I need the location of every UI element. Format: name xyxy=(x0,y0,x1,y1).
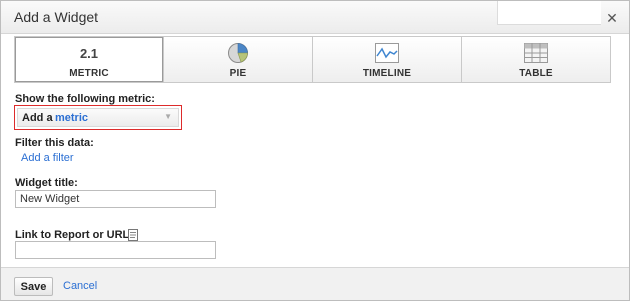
add-widget-dialog: Add a Widget ✕ 2.1 METRIC PIE TIMELINE T… xyxy=(0,0,630,301)
link-section-label: Link to Report or URL: xyxy=(15,229,133,241)
timeline-chart-icon xyxy=(375,42,399,64)
dialog-title: Add a Widget xyxy=(14,9,99,25)
widget-type-label: METRIC xyxy=(69,68,109,79)
metric-dropdown-button[interactable]: Add a metric ▼ xyxy=(17,108,179,127)
table-icon xyxy=(524,42,548,64)
dialog-titlebar: Add a Widget ✕ xyxy=(1,1,629,34)
widget-type-selector: 2.1 METRIC PIE TIMELINE TABLE xyxy=(14,36,611,83)
widget-type-metric[interactable]: 2.1 METRIC xyxy=(15,37,164,82)
filter-section-label: Filter this data: xyxy=(15,137,94,149)
widget-type-label: TABLE xyxy=(519,68,553,79)
save-button[interactable]: Save xyxy=(14,277,53,296)
link-url-input[interactable] xyxy=(15,241,216,259)
add-filter-link[interactable]: Add a filter xyxy=(21,152,74,164)
widget-type-label: PIE xyxy=(229,68,247,79)
widget-type-label: TIMELINE xyxy=(362,68,412,79)
metric-icon: 2.1 xyxy=(79,45,99,61)
pie-chart-icon xyxy=(226,42,250,64)
metric-prefix-text: Add a xyxy=(22,112,53,124)
widget-title-label: Widget title: xyxy=(15,177,78,189)
metric-section-label: Show the following metric: xyxy=(15,93,155,105)
metric-dropdown[interactable]: Add a metric ▼ xyxy=(14,105,182,130)
add-metric-link[interactable]: metric xyxy=(55,112,88,124)
widget-title-input[interactable] xyxy=(15,190,216,208)
widget-type-timeline[interactable]: TIMELINE xyxy=(313,37,462,82)
cancel-link[interactable]: Cancel xyxy=(63,280,97,292)
document-icon[interactable] xyxy=(128,229,138,241)
widget-type-table[interactable]: TABLE xyxy=(462,37,610,82)
close-icon[interactable]: ✕ xyxy=(601,7,623,29)
chevron-down-icon: ▼ xyxy=(164,112,172,121)
titlebar-blank-area xyxy=(497,1,601,25)
widget-type-pie[interactable]: PIE xyxy=(164,37,313,82)
dialog-footer: Save Cancel xyxy=(1,267,629,300)
